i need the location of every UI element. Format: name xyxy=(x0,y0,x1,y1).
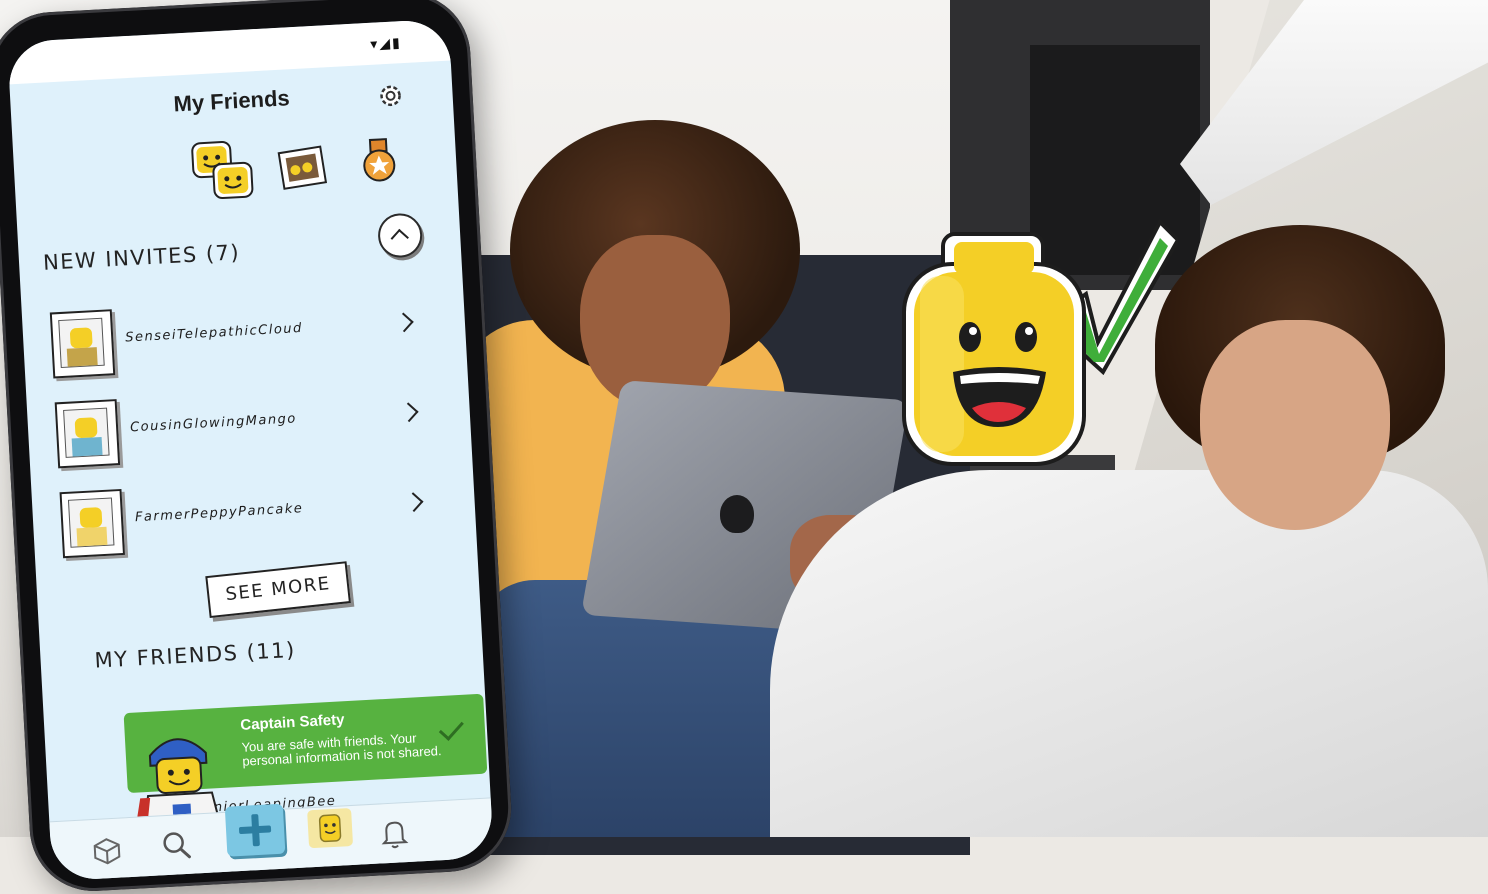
photo-frame-icon[interactable] xyxy=(276,144,328,193)
bottom-nav xyxy=(49,797,494,882)
lego-head-check-sticker-icon xyxy=(902,218,1178,466)
avatar-frame xyxy=(54,399,121,469)
search-icon[interactable] xyxy=(154,822,200,868)
minifig-body xyxy=(66,347,98,369)
invite-row[interactable]: FarmerPeppyPancake xyxy=(59,473,424,564)
toast-message: You are safe with friends. Your personal… xyxy=(241,730,442,769)
see-more-button[interactable]: SEE MORE xyxy=(205,561,351,619)
lego-head-icon xyxy=(318,814,342,843)
smartphone: ▾◢▮ My Friends NEW INVITES (7) SenseiTel… xyxy=(0,0,515,894)
minifig-head-icon xyxy=(74,417,98,439)
apple-logo-icon xyxy=(720,495,754,533)
friend-tabs xyxy=(188,126,412,218)
minifig-body xyxy=(76,526,108,548)
invite-row[interactable]: SenseiTelepathicCloud xyxy=(49,293,414,384)
status-bar: ▾◢▮ xyxy=(7,18,451,85)
checkmark-icon xyxy=(438,715,464,741)
minifig-head-icon xyxy=(79,507,103,529)
avatar xyxy=(63,407,110,458)
chevron-right-icon[interactable] xyxy=(398,402,419,423)
invite-name: CousinGlowingMango xyxy=(129,411,298,436)
toast-title: Captain Safety xyxy=(239,711,345,734)
invite-row[interactable]: CousinGlowingMango xyxy=(54,383,419,474)
avatar xyxy=(58,317,105,369)
gear-icon[interactable] xyxy=(376,81,405,110)
boy-karate-gi xyxy=(770,470,1488,837)
badge-icon[interactable] xyxy=(358,136,401,188)
collapse-button[interactable] xyxy=(376,212,424,259)
app-screen: ▾◢▮ My Friends NEW INVITES (7) SenseiTel… xyxy=(7,18,494,882)
bell-icon[interactable] xyxy=(371,811,417,857)
invite-name: SenseiTelepathicCloud xyxy=(124,320,304,346)
status-icons: ▾◢▮ xyxy=(369,35,403,53)
minifig-head-icon xyxy=(69,327,93,349)
lego-heads-icon[interactable] xyxy=(188,134,262,208)
avatar-frame xyxy=(59,488,126,559)
nav-friends-active[interactable] xyxy=(307,807,354,849)
invite-name: FarmerPeppyPancake xyxy=(134,501,304,526)
avatar xyxy=(67,497,115,548)
minifig-body xyxy=(71,436,103,458)
avatar-frame xyxy=(49,309,116,379)
my-friends-heading: MY FRIENDS (11) xyxy=(94,637,297,673)
lego-brick-icon[interactable] xyxy=(84,826,130,872)
plus-icon[interactable] xyxy=(224,803,286,857)
chevron-right-icon[interactable] xyxy=(403,492,424,513)
new-invites-heading: NEW INVITES (7) xyxy=(42,240,241,275)
chevron-right-icon[interactable] xyxy=(393,312,414,333)
boy-face xyxy=(1200,320,1390,530)
